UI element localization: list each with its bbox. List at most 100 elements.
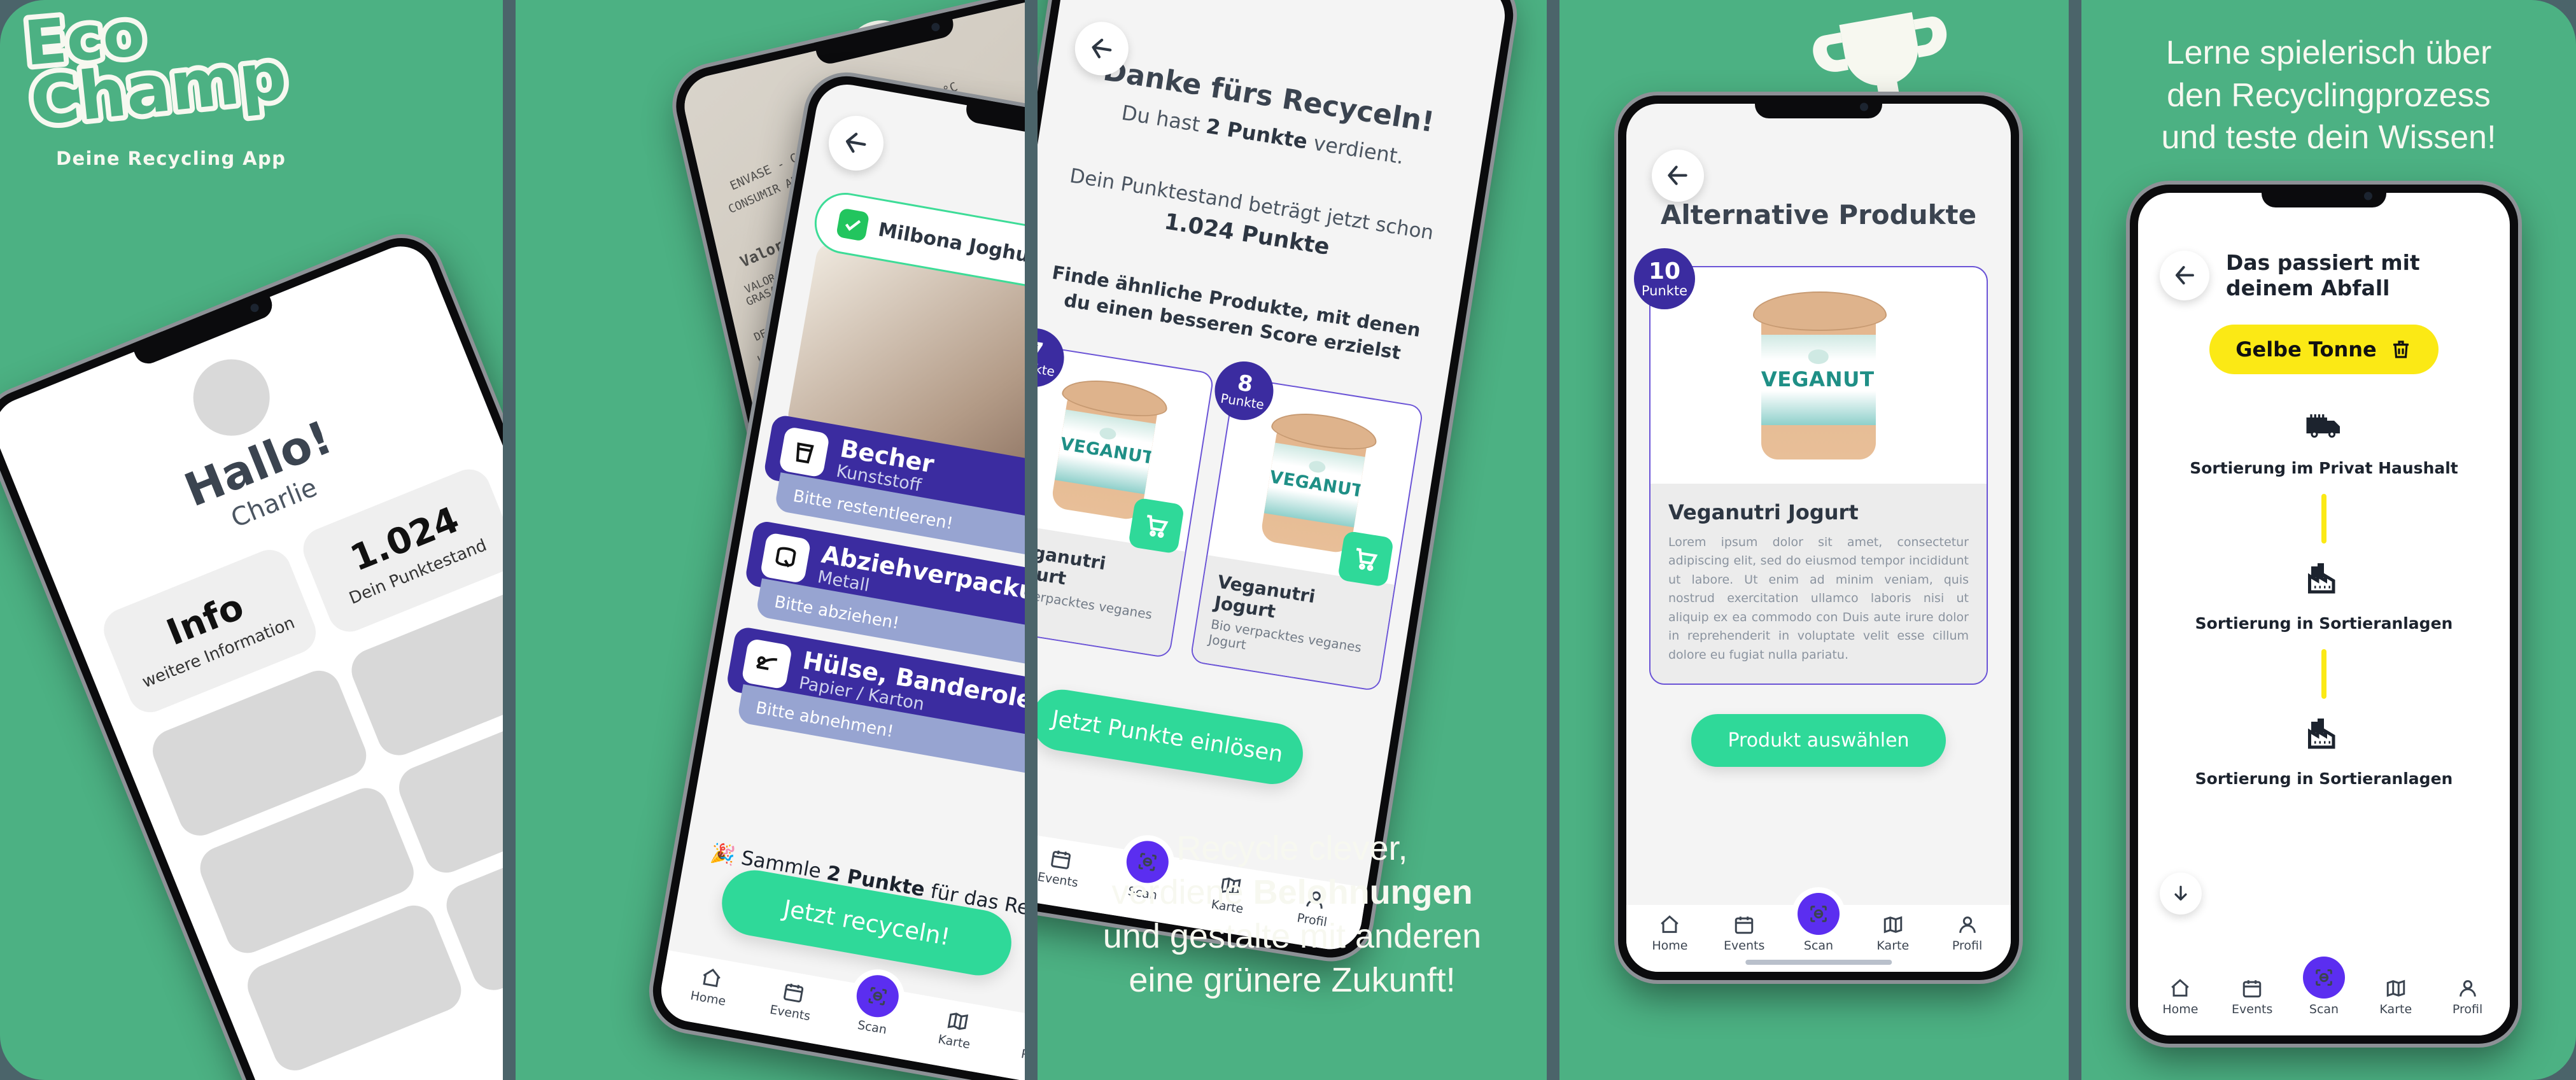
calendar-icon	[2242, 980, 2262, 998]
nav-label: Events	[2232, 1002, 2273, 1016]
phone-notch	[1755, 95, 1882, 118]
nav-item-karte[interactable]: Karte	[912, 1004, 1001, 1056]
nav-label: Karte	[937, 1032, 971, 1052]
process-step-label: Sortierung im Privat Haushalt	[2190, 459, 2458, 478]
arrow-left-icon	[846, 132, 866, 153]
panel-scan: ENVASE - CONSERVAR ENTRE 2°C Y 6°C CONSU…	[516, 0, 1025, 1080]
cart-icon	[1147, 514, 1169, 538]
process-step: Sortierung in Sortieranlagen	[2138, 715, 2510, 788]
process-steps: Sortierung im Privat Haushalt Sortierung…	[2138, 374, 2510, 788]
scroll-down-button[interactable]	[2160, 873, 2202, 915]
header-row: Das passiert mit deinem Abfall	[2138, 193, 2510, 300]
cup-label: VEGANUTRI	[1761, 367, 1876, 391]
process-step: Sortierung in Sortieranlagen	[2138, 560, 2510, 633]
nav-label: Karte	[1876, 939, 1910, 953]
home-icon	[703, 969, 721, 988]
learn-tagline: Lerne spielerisch über den Recyclingproz…	[2161, 34, 2496, 157]
page-title: Alternative Produkte	[1660, 199, 1977, 230]
nav-item-home[interactable]: Home	[2144, 978, 2216, 1016]
app-store-screenshot-banner: Eco Champ Eco Champ Deine Recycling App …	[0, 0, 2576, 1080]
product-card[interactable]: 10 Punkte VEGANUTRI Veganutri Jogurt	[1634, 248, 1988, 685]
product-description: Lorem ipsum dolor sit amet, consectetur …	[1668, 535, 1969, 662]
map-icon	[947, 1013, 968, 1030]
check-glyph-icon	[845, 220, 861, 231]
screen-alternatives: Alternative Produkte 10 Punkte VEGANUTRI	[1626, 104, 2011, 972]
rewards-tagline: Recycle clever, verdiene Belohnungen und…	[1102, 829, 1482, 999]
cup-icon	[778, 426, 830, 479]
nav-label: Profil	[2452, 1002, 2483, 1016]
product-card[interactable]: 8 Punkte VEGANUTRI Veganutri Jogurt Bio …	[1189, 357, 1425, 692]
front-camera-icon	[1860, 102, 1868, 111]
nav-label: Scan	[856, 1018, 888, 1037]
add-to-cart-button[interactable]	[1128, 497, 1185, 554]
sleeve-icon	[741, 638, 793, 690]
peel-lid-icon	[759, 532, 812, 584]
person-icon	[1959, 916, 1976, 933]
home-icon	[2171, 979, 2190, 997]
phone-notch	[2262, 185, 2386, 207]
product-image: VEGANUTRI	[1038, 345, 1213, 554]
nav-label: Profil	[1020, 1046, 1025, 1066]
home-icon	[1661, 915, 1679, 933]
panel-rewards: Danke fürs Recyceln! Du hast 2 Punkte ve…	[1038, 0, 1547, 1080]
nav-item-scan[interactable]: Scan	[1782, 893, 1856, 953]
nav-item-home[interactable]: Home	[666, 960, 754, 1013]
screen-home: Hallo! Charlie Info weitere Information …	[0, 237, 503, 1080]
phone-home: Hallo! Charlie Info weitere Information …	[0, 226, 503, 1080]
points-badge-value: 10	[1648, 258, 1681, 285]
sleeve-glyph-icon	[756, 656, 778, 671]
bin-type-pill[interactable]: Gelbe Tonne	[2209, 325, 2439, 375]
redeem-points-button[interactable]: Jetzt Punkte einlösen	[1038, 685, 1307, 789]
nav-item-events[interactable]: Events	[1707, 914, 1782, 953]
nav-label: Home	[2162, 1002, 2199, 1016]
home-indicator	[1745, 960, 1892, 965]
nav-label: Profil	[1952, 939, 1983, 953]
points-badge-unit: Punkte	[1038, 357, 1056, 380]
trash-icon	[2393, 340, 2409, 358]
page-title: Das passiert mit deinem Abfall	[2226, 250, 2420, 300]
scanned-product-name: Milbona Joghurt	[876, 218, 1025, 270]
screen-thanks: Danke fürs Recyceln! Du hast 2 Punkte ve…	[1038, 0, 1510, 954]
logo-subtitle: Deine Recycling App	[56, 148, 286, 169]
nav-item-profil[interactable]: Profil	[1930, 914, 2004, 953]
nav-item-karte[interactable]: Karte	[1855, 914, 1930, 953]
nav-item-events[interactable]: Events	[2216, 978, 2288, 1016]
nav-label: Home	[689, 988, 728, 1009]
nav-item-profil[interactable]: Profil	[2432, 978, 2503, 1016]
check-icon	[836, 207, 870, 242]
nav-label: Scan	[1803, 939, 1834, 953]
product-card[interactable]: 7 Punkte VEGANUTRI Veganutri Jogurt verp…	[1038, 324, 1215, 659]
nav-item-scan[interactable]: Scan	[830, 968, 922, 1041]
arrow-left-icon	[1092, 38, 1112, 59]
ecochamp-logo: Eco Champ Eco Champ Deine Recycling App	[18, 6, 362, 169]
bin-type-label: Gelbe Tonne	[2235, 337, 2377, 362]
person-icon	[2459, 980, 2476, 997]
nav-item-events[interactable]: Events	[748, 974, 836, 1027]
nav-label: Karte	[2379, 1002, 2412, 1016]
nav-label: Events	[1724, 939, 1765, 953]
garbage-truck-icon	[2306, 414, 2340, 438]
factory-icon	[2308, 563, 2335, 594]
factory-icon	[2308, 719, 2335, 749]
nav-item-karte[interactable]: Karte	[2360, 978, 2432, 1016]
scan-icon	[1810, 906, 1827, 922]
nav-item-profil[interactable]: Profil	[994, 1018, 1025, 1070]
nav-label: Events	[768, 1002, 812, 1024]
front-camera-icon	[931, 22, 941, 32]
scan-button[interactable]	[2302, 957, 2345, 999]
panel-home: Eco Champ Eco Champ Deine Recycling App …	[0, 0, 503, 1080]
calendar-icon	[1735, 916, 1754, 934]
points-badge-unit: Punkte	[1219, 390, 1265, 413]
back-button[interactable]	[2160, 250, 2209, 300]
nav-item-scan[interactable]: Scan	[2288, 957, 2360, 1016]
scan-button[interactable]	[1797, 893, 1840, 935]
back-button[interactable]	[1652, 150, 1704, 202]
nav-item-home[interactable]: Home	[1633, 914, 1707, 953]
select-product-button[interactable]: Produkt auswählen	[1691, 714, 1946, 768]
scan-button[interactable]	[853, 972, 903, 1021]
back-button[interactable]	[824, 111, 888, 175]
front-camera-icon	[2364, 192, 2372, 200]
process-step-label: Sortierung in Sortieranlagen	[2195, 614, 2453, 633]
add-to-cart-button[interactable]	[1337, 530, 1395, 587]
scan-icon	[868, 986, 887, 1006]
